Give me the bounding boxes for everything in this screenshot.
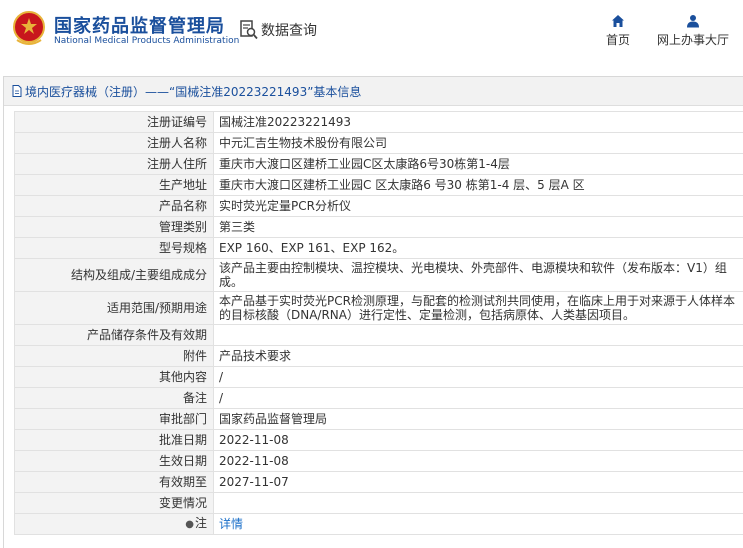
data-query-link[interactable]: 数据查询 <box>240 19 317 41</box>
field-label: 批准日期 <box>15 430 214 451</box>
table-row: 备注 / <box>15 388 743 409</box>
field-label: 变更情况 <box>15 493 214 514</box>
table-row: 管理类别 第三类 <box>15 217 743 238</box>
field-value: 产品技术要求 <box>214 346 743 367</box>
field-value: 国家药品监督管理局 <box>214 409 743 430</box>
user-icon <box>686 14 700 28</box>
table-row: 注册人名称 中元汇吉生物技术股份有限公司 <box>15 133 743 154</box>
field-value: / <box>214 388 743 409</box>
field-value: 实时荧光定量PCR分析仪 <box>214 196 743 217</box>
field-label: 适用范围/预期用途 <box>15 292 214 325</box>
field-value: 2022-11-08 <box>214 451 743 472</box>
table-row: 适用范围/预期用途 本产品基于实时荧光PCR检测原理，与配套的检测试剂共同使用，… <box>15 292 743 325</box>
field-label: 审批部门 <box>15 409 214 430</box>
panel-heading: 境内医疗器械（注册）——“国械注准20223221493”基本信息 <box>4 77 743 106</box>
table-row: 结构及组成/主要组成成分 该产品主要由控制模块、温控模块、光电模块、外壳部件、电… <box>15 259 743 292</box>
data-query-label: 数据查询 <box>261 20 317 40</box>
field-value: 重庆市大渡口区建桥工业园C 区太康路6 号30 栋第1-4 层、5 层A 区 <box>214 175 743 196</box>
field-label: 生效日期 <box>15 451 214 472</box>
table-row: 产品储存条件及有效期 <box>15 325 743 346</box>
search-document-icon <box>240 20 258 40</box>
table-row: 变更情况 <box>15 493 743 514</box>
nav-home-label: 首页 <box>598 31 638 48</box>
field-value <box>214 493 743 514</box>
field-label: 结构及组成/主要组成成分 <box>15 259 214 292</box>
table-row: 注册人住所 重庆市大渡口区建桥工业园C区太康路6号30栋第1-4层 <box>15 154 743 175</box>
note-label-cell: ●注 <box>15 514 214 535</box>
field-value <box>214 325 743 346</box>
field-label: 注 <box>195 516 207 530</box>
table-row: 附件 产品技术要求 <box>15 346 743 367</box>
field-label: 管理类别 <box>15 217 214 238</box>
field-label: 注册证编号 <box>15 112 214 133</box>
field-label: 附件 <box>15 346 214 367</box>
field-label: 有效期至 <box>15 472 214 493</box>
field-value: 国械注准20223221493 <box>214 112 743 133</box>
field-value: 2027-11-07 <box>214 472 743 493</box>
site-header: 国家药品监督管理局 National Medical Products Admi… <box>0 0 743 64</box>
emblem-icon <box>12 10 46 48</box>
field-label: 产品储存条件及有效期 <box>15 325 214 346</box>
home-icon <box>611 14 625 28</box>
field-value: 该产品主要由控制模块、温控模块、光电模块、外壳部件、电源模块和软件（发布版本：V… <box>214 259 743 292</box>
table-row: 注册证编号 国械注准20223221493 <box>15 112 743 133</box>
nav-online-hall-label: 网上办事大厅 <box>652 31 734 48</box>
org-name-en: National Medical Products Administration <box>54 36 239 46</box>
field-label: 注册人名称 <box>15 133 214 154</box>
note-value-cell: 详情 <box>214 514 743 535</box>
document-icon <box>12 85 22 97</box>
field-label: 备注 <box>15 388 214 409</box>
pin-icon: ● <box>185 519 194 530</box>
field-value: EXP 160、EXP 161、EXP 162。 <box>214 238 743 259</box>
table-row: 生效日期 2022-11-08 <box>15 451 743 472</box>
field-value: 本产品基于实时荧光PCR检测原理，与配套的检测试剂共同使用，在临床上用于对来源于… <box>214 292 743 325</box>
table-row: 型号规格 EXP 160、EXP 161、EXP 162。 <box>15 238 743 259</box>
field-value: 第三类 <box>214 217 743 238</box>
field-value: 中元汇吉生物技术股份有限公司 <box>214 133 743 154</box>
nav-home[interactable]: 首页 <box>598 14 638 48</box>
field-label: 型号规格 <box>15 238 214 259</box>
field-label: 其他内容 <box>15 367 214 388</box>
field-value: / <box>214 367 743 388</box>
org-name-cn: 国家药品监督管理局 <box>54 12 225 38</box>
detail-panel: 境内医疗器械（注册）——“国械注准20223221493”基本信息 注册证编号 … <box>3 76 743 548</box>
table-row: 产品名称 实时荧光定量PCR分析仪 <box>15 196 743 217</box>
nav-online-hall[interactable]: 网上办事大厅 <box>652 14 734 48</box>
field-label: 注册人住所 <box>15 154 214 175</box>
field-value: 重庆市大渡口区建桥工业园C区太康路6号30栋第1-4层 <box>214 154 743 175</box>
table-row: 批准日期 2022-11-08 <box>15 430 743 451</box>
table-row: 审批部门 国家药品监督管理局 <box>15 409 743 430</box>
table-row: ●注 详情 <box>15 514 743 535</box>
field-label: 产品名称 <box>15 196 214 217</box>
table-row: 生产地址 重庆市大渡口区建桥工业园C 区太康路6 号30 栋第1-4 层、5 层… <box>15 175 743 196</box>
table-row: 其他内容 / <box>15 367 743 388</box>
field-value: 2022-11-08 <box>214 430 743 451</box>
panel-title: 境内医疗器械（注册）——“国械注准20223221493”基本信息 <box>25 83 361 100</box>
device-info-table: 注册证编号 国械注准20223221493 注册人名称 中元汇吉生物技术股份有限… <box>14 111 743 535</box>
details-link[interactable]: 详情 <box>219 517 243 531</box>
field-label: 生产地址 <box>15 175 214 196</box>
table-row: 有效期至 2027-11-07 <box>15 472 743 493</box>
